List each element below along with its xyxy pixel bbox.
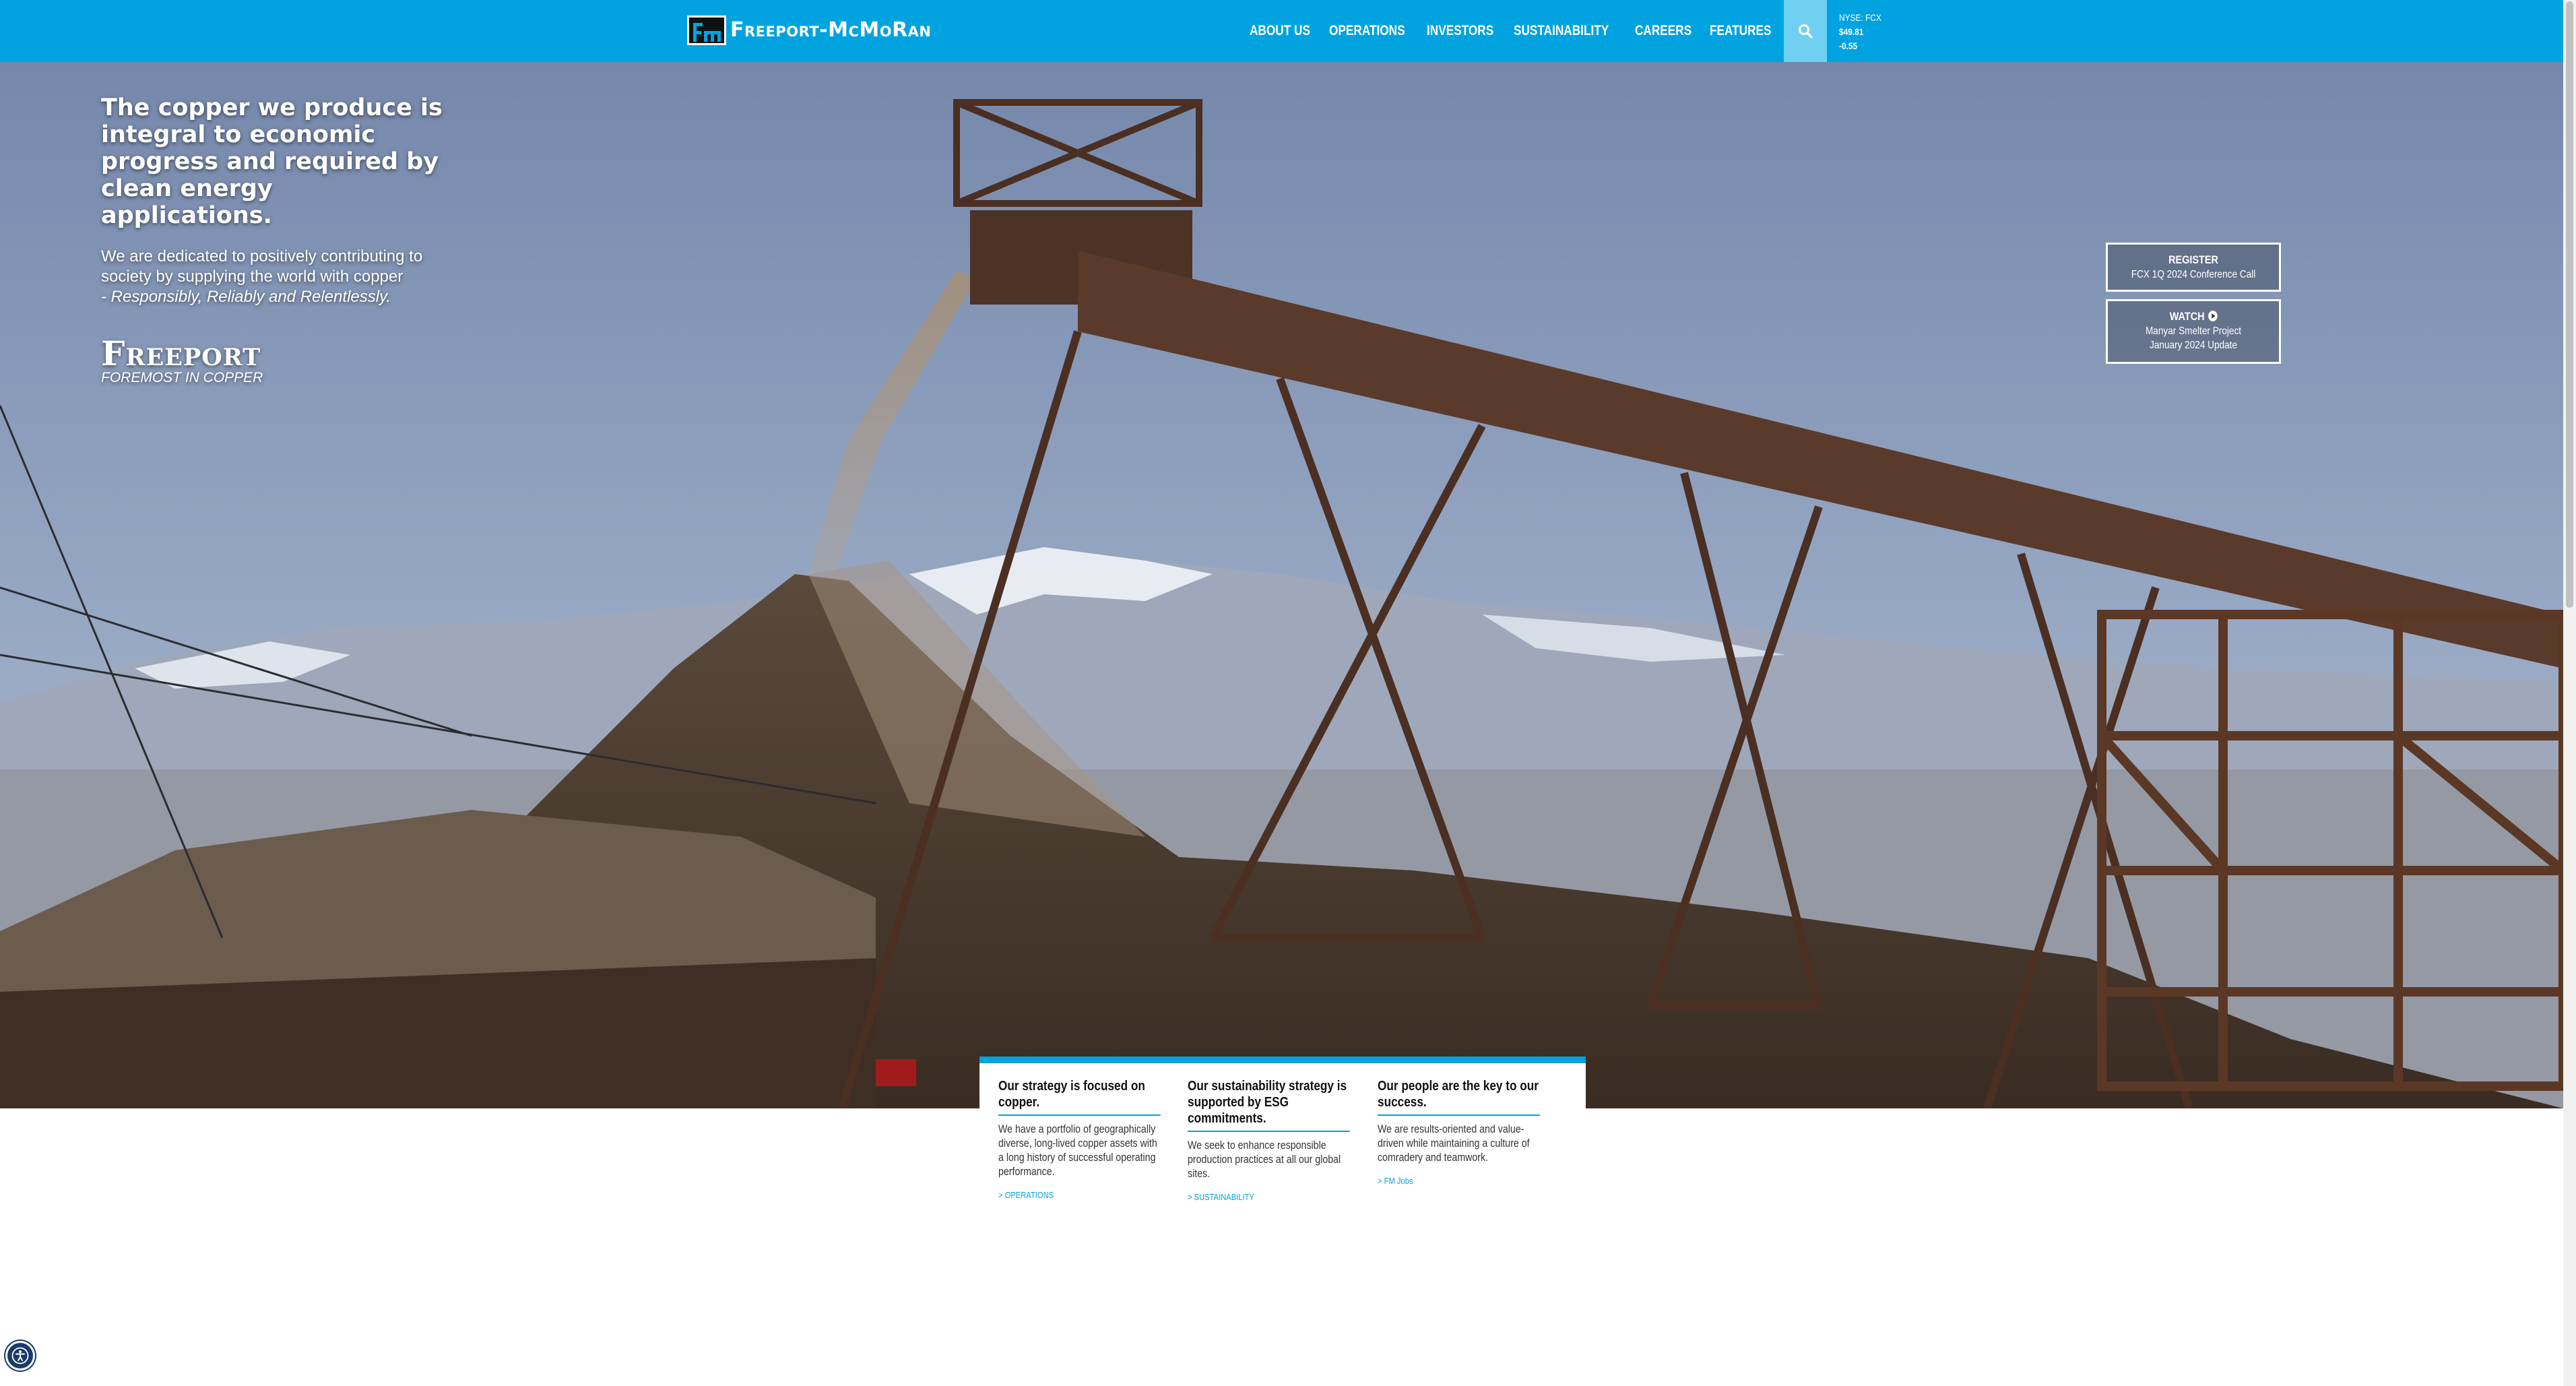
hero-headline: The copper we produce is integral to eco… [101,94,443,229]
pillar-title: Our sustainability strategy is supported… [1188,1078,1351,1132]
stock-ticker[interactable]: NYSE: FCX $49.81 -0.55 [1839,11,1889,53]
freeport-wordmark: Freeport [101,334,261,373]
pillar-strategy: Our strategy is focused on copper. We ha… [998,1078,1188,1200]
nav-investors[interactable]: INVESTORS [1427,23,1493,39]
strategy-pillars-card: Our strategy is focused on copper. We ha… [979,1057,1586,1202]
hero-subtext-italic: - Responsibly, Reliably and Relentlessly… [101,288,391,306]
watch-subtitle-2: January 2024 Update [2149,340,2238,351]
operations-link[interactable]: > OPERATIONS [998,1190,1138,1200]
search-icon [1799,24,1813,38]
watch-subtitle-1: Manyar Smelter Project [2145,325,2242,337]
brand-tagline: FOREMOST IN COPPER [101,370,263,385]
nav-sustainability[interactable]: SUSTAINABILITY [1514,23,1609,39]
register-conference-call-button[interactable]: REGISTER FCX 1Q 2024 Conference Call [2106,243,2281,292]
pillar-title: Our people are the key to our success. [1377,1078,1540,1116]
freeport-logo[interactable]: Freeport-McMoRan [687,15,932,46]
hero-banner: The copper we produce is integral to eco… [0,62,2563,1108]
pillar-title: Our strategy is focused on copper. [998,1078,1161,1116]
pillar-sustainability: Our sustainability strategy is supported… [1188,1078,1377,1202]
pillar-people: Our people are the key to our success. W… [1377,1078,1567,1191]
fm-jobs-link[interactable]: > FM Jobs [1378,1176,1518,1186]
watch-title: WATCH [2169,310,2205,323]
nav-operations[interactable]: OPERATIONS [1329,23,1405,39]
play-icon [2208,311,2218,321]
pillar-body: We have a portfolio of geographically di… [998,1123,1157,1178]
fcx-logo-mark [687,15,726,45]
main-nav: ABOUT US OPERATIONS INVESTORS SUSTAINABI… [1250,0,1791,62]
pillar-body: We seek to enhance responsible productio… [1188,1139,1341,1180]
hero-subtext: We are dedicated to positively contribut… [101,247,451,307]
scrollbar-thumb[interactable] [2566,1,2573,608]
watch-title-row: WATCH [2121,309,2266,324]
nav-features[interactable]: FEATURES [1710,23,1772,39]
register-subtitle: FCX 1Q 2024 Conference Call [2131,269,2256,280]
pillar-body: We are results-oriented and value-driven… [1377,1123,1530,1164]
logo-wordmark: Freeport-McMoRan [730,18,932,42]
ticker-change: -0.55 [1839,40,1858,51]
search-button[interactable] [1784,0,1827,62]
hero-subtext-main: We are dedicated to positively contribut… [101,247,423,286]
sustainability-link[interactable]: > SUSTAINABILITY [1188,1192,1328,1202]
register-title: REGISTER [2168,253,2218,266]
hero-copy: The copper we produce is integral to eco… [101,94,451,385]
ticker-symbol: NYSE: FCX [1839,12,1881,23]
watch-video-button[interactable]: WATCH Manyar Smelter Project January 202… [2106,299,2281,364]
top-navigation-bar: Freeport-McMoRan ABOUT US OPERATIONS INV… [0,0,2563,62]
accessibility-icon [11,1347,29,1364]
nav-about-us[interactable]: ABOUT US [1250,23,1310,39]
nav-careers[interactable]: CAREERS [1635,23,1692,39]
foremost-in-copper-logo: Freeport FOREMOST IN COPPER [101,337,451,385]
ticker-price: $49.81 [1839,26,1864,37]
page-scrollbar[interactable] [2563,0,2576,1386]
accessibility-button[interactable] [5,1341,35,1371]
